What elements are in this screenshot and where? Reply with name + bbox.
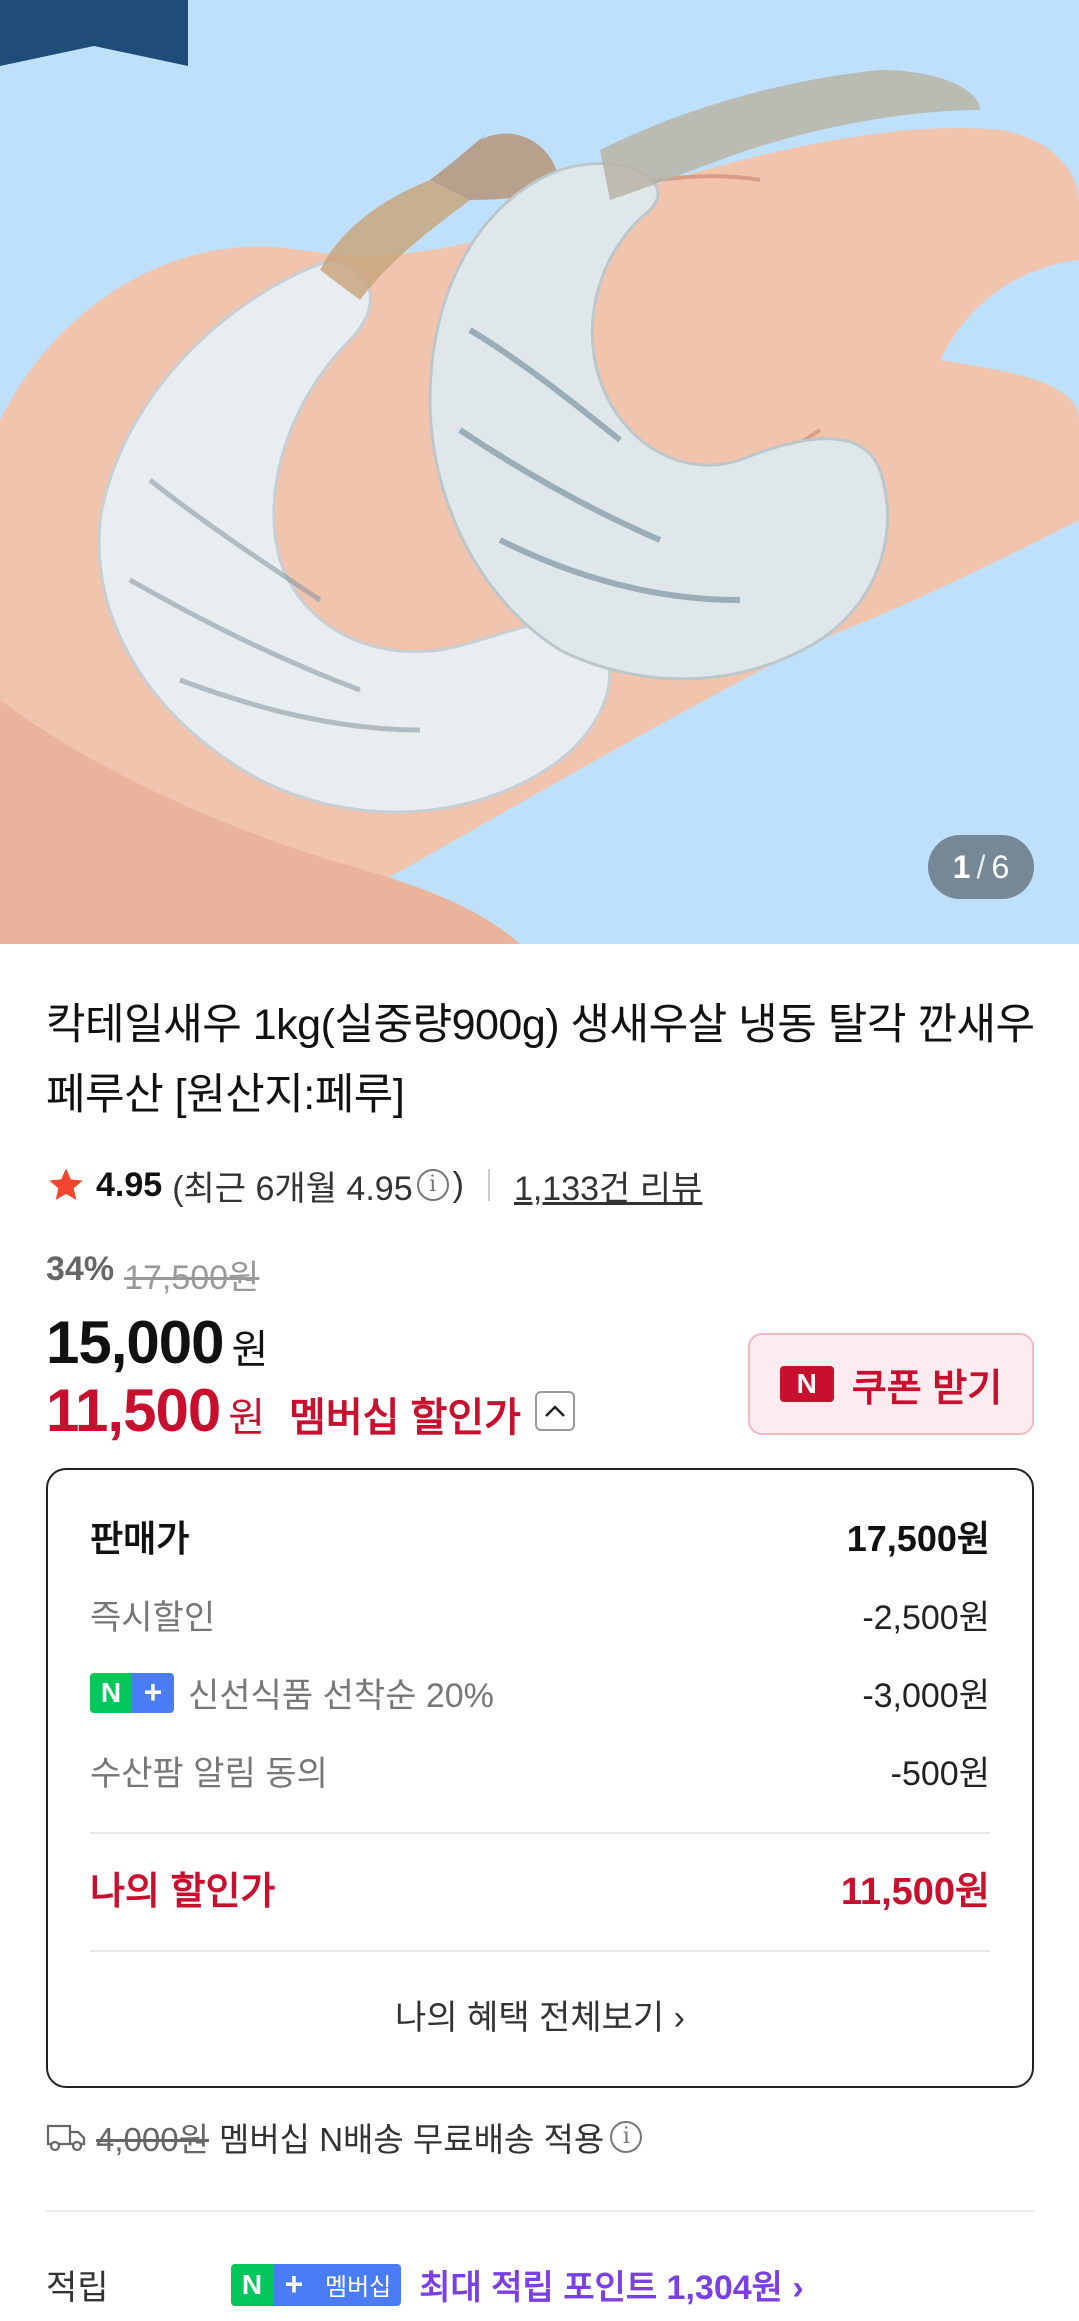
points-row[interactable]: 적립 N + 멤버십 최대 적립 포인트 1,304원 › [46,2260,804,2309]
sale-price-value: 15,000 [46,1309,225,1376]
shipping-row: 4,000원 멤버십 N배송 무료배송 적용 i [46,2113,646,2161]
badge-plus: + [273,2263,315,2306]
currency-label: 원 [228,1396,266,1440]
naver-n-icon: N [779,1366,834,1402]
review-count-link[interactable]: 1,133건 리뷰 [514,1161,702,1210]
badge-plus: + [132,1672,174,1713]
badge-n: N [231,2263,273,2306]
star-icon [49,1168,83,1200]
my-price-row: 나의 할인가 11,500원 [90,1860,990,1915]
discount-row-instant: 즉시할인 -2,500원 [90,1590,990,1639]
sale-price: 15,000 원 [46,1308,268,1377]
discount-value: -2,500원 [862,1599,990,1637]
divider [46,2210,1034,2212]
gallery-current: 1 [952,849,971,885]
info-icon[interactable]: i [416,1169,449,1201]
gallery-separator: / [976,849,986,885]
discount-percent: 34% [46,1250,115,1288]
gallery-counter: 1/6 [928,835,1034,899]
currency-label: 원 [231,1328,269,1372]
membership-price-label: 멤버십 할인가 [289,1396,521,1440]
product-title: 칵테일새우 1kg(실중량900g) 생새우살 냉동 탈각 깐새우 페루산 [원… [46,1001,1035,1119]
max-points-link[interactable]: 최대 적립 포인트 1,304원 › [419,2260,803,2309]
naver-plus-membership-badge: N + 멤버십 [231,2263,402,2306]
naver-plus-icon: N + [90,1672,174,1713]
shipping-text: 멤버십 N배송 무료배송 적용 [218,2121,605,2158]
my-price-value: 11,500원 [840,1871,990,1913]
discount-row-fresh: N + 신선식품 선착순 20% -3,000원 [90,1668,990,1717]
recent-rating: (최근 6개월 4.95 [172,1169,413,1208]
discount-label: 즉시할인 [90,1599,216,1637]
badge-n: N [90,1672,132,1713]
divider [90,1950,990,1952]
list-price-label: 판매가 [90,1518,190,1559]
price-breakdown: 판매가 17,500원 즉시할인 -2,500원 N + 신선식품 선착순 20%… [46,1468,1034,2088]
rating-score: 4.95 [96,1165,163,1204]
recent-rating-close: ) [452,1165,464,1204]
truck-icon [46,2124,86,2152]
badge-membership: 멤버십 [315,2263,402,2306]
brand-ribbon [0,0,188,66]
list-price-row: 판매가 17,500원 [90,1510,990,1562]
discount-label: 수산팜 알림 동의 [90,1755,328,1793]
product-image-gallery[interactable]: 1/6 [0,0,1079,944]
collapse-toggle[interactable] [534,1390,575,1431]
my-price-label: 나의 할인가 [90,1871,276,1913]
discount-row: 34% 17,500원 [46,1250,259,1299]
membership-price-value: 11,500 [46,1377,221,1444]
original-price: 17,500원 [124,1259,260,1297]
membership-price: 11,500 원 멤버십 할인가 [46,1376,575,1445]
product-photo [0,0,1079,944]
coupon-button[interactable]: N 쿠폰 받기 [748,1333,1034,1435]
discount-label-wrap: N + 신선식품 선착순 20% [90,1668,494,1717]
info-icon[interactable]: i [610,2121,643,2153]
chevron-up-icon [545,1404,565,1417]
rating-row: 4.95 (최근 6개월 4.95 i ) 1,133건 리뷰 [46,1160,702,1210]
points-label: 적립 [46,2269,109,2307]
gallery-total: 6 [991,849,1010,885]
discount-label: 신선식품 선착순 20% [188,1677,494,1715]
discount-row-alarm: 수산팜 알림 동의 -500원 [90,1746,990,1795]
coupon-button-label: 쿠폰 받기 [851,1367,1003,1410]
divider [487,1169,490,1201]
divider [90,1832,990,1834]
view-all-benefits-link[interactable]: 나의 혜택 전체보기 › [48,1990,1032,2039]
original-shipping-fee: 4,000원 [96,2121,209,2158]
list-price-value: 17,500원 [846,1518,990,1559]
discount-value: -3,000원 [862,1677,990,1715]
discount-value: -500원 [890,1755,990,1793]
